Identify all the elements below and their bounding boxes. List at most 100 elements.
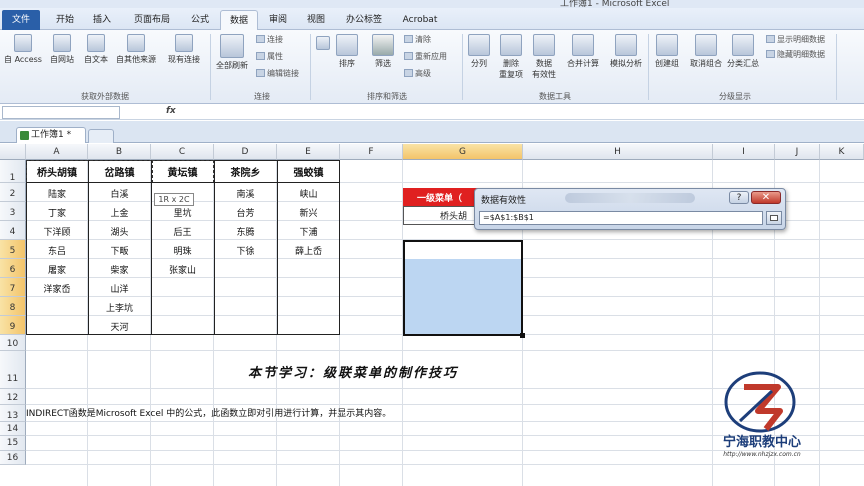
table-header-cell[interactable]: 岔路镇 [88, 164, 151, 179]
new-workbook-tab[interactable] [88, 129, 114, 143]
consolidate-button[interactable]: 合并计算 [562, 34, 604, 69]
table-cell[interactable]: 南溪 [214, 187, 277, 200]
row-header[interactable]: 6 [0, 259, 26, 278]
table-cell[interactable]: 张家山 [151, 263, 214, 276]
column-header[interactable]: D [214, 144, 277, 160]
column-header[interactable]: H [523, 144, 713, 160]
table-cell[interactable]: 屠家 [26, 263, 88, 276]
data-validation-button[interactable]: 数据 有效性 [528, 34, 560, 80]
row-header[interactable]: 15 [0, 436, 26, 451]
what-if-analysis-button[interactable]: 模拟分析 [604, 34, 648, 69]
data-validation-dialog[interactable]: 数据有效性 ? ✕ =$A$1:$B$1 [474, 188, 786, 230]
close-button[interactable]: ✕ [751, 191, 781, 204]
from-other-sources-button[interactable]: 自其他来源 [112, 34, 160, 65]
collapse-dialog-button[interactable] [766, 211, 782, 225]
column-header[interactable]: K [820, 144, 864, 160]
properties-button[interactable]: 属性 [256, 52, 283, 62]
tab-view[interactable]: 视图 [300, 10, 332, 30]
remove-duplicates-button[interactable]: 删除 重复项 [496, 34, 526, 80]
table-cell[interactable]: 天河 [88, 320, 151, 333]
table-cell[interactable]: 洋家岙 [26, 282, 88, 295]
tab-file[interactable]: 文件 [2, 10, 40, 30]
column-header[interactable]: E [277, 144, 340, 160]
insert-function-icon[interactable]: fx [166, 106, 176, 116]
table-cell[interactable]: 下浦 [277, 225, 340, 238]
row-header[interactable]: 1 [0, 160, 26, 183]
table-cell[interactable]: 薛上岙 [277, 244, 340, 257]
from-text-button[interactable]: 自文本 [78, 34, 114, 65]
help-button[interactable]: ? [729, 191, 749, 204]
existing-connections-button[interactable]: 现有连接 [162, 34, 206, 65]
table-cell[interactable]: 上李坑 [88, 301, 151, 314]
column-header[interactable]: C [151, 144, 214, 160]
column-header[interactable]: J [775, 144, 820, 160]
from-web-button[interactable]: 自网站 [44, 34, 80, 65]
sort-az-button[interactable] [314, 36, 332, 52]
row-header[interactable]: 11 [0, 351, 26, 389]
edit-links-button[interactable]: 编辑链接 [256, 69, 299, 79]
table-cell[interactable]: 峡山 [277, 187, 340, 200]
advanced-button[interactable]: 高级 [404, 69, 431, 79]
connections-button[interactable]: 连接 [256, 35, 283, 45]
row-header[interactable]: 5 [0, 240, 26, 259]
row-header[interactable]: 12 [0, 389, 26, 405]
sort-button[interactable]: 排序 [334, 34, 360, 69]
range-reference-input[interactable]: =$A$1:$B$1 [479, 211, 763, 225]
table-header-cell[interactable]: 茶院乡 [214, 164, 277, 179]
row-header[interactable]: 7 [0, 278, 26, 297]
row-header[interactable]: 4 [0, 221, 26, 240]
tab-office-tab[interactable]: 办公标签 [336, 10, 392, 30]
reapply-button[interactable]: 重新应用 [404, 52, 447, 62]
tab-acrobat[interactable]: Acrobat [396, 10, 444, 30]
table-cell[interactable]: 下畈 [88, 244, 151, 257]
workbook-tab[interactable]: 工作簿1 * [16, 127, 86, 143]
column-header[interactable]: G [403, 144, 523, 160]
table-cell[interactable]: 东腾 [214, 225, 277, 238]
table-cell[interactable]: 白溪 [88, 187, 151, 200]
filter-button[interactable]: 筛选 [368, 34, 398, 69]
row-header[interactable]: 13 [0, 405, 26, 422]
row-header[interactable]: 10 [0, 335, 26, 351]
clear-button[interactable]: 清除 [404, 35, 431, 45]
table-header-cell[interactable]: 黄坛镇 [151, 164, 214, 179]
table-cell[interactable]: 湖头 [88, 225, 151, 238]
table-cell[interactable]: 丁家 [26, 206, 88, 219]
column-header[interactable]: A [26, 144, 88, 160]
table-cell[interactable]: 里坑 [151, 206, 214, 219]
tab-review[interactable]: 审阅 [262, 10, 294, 30]
table-header-cell[interactable]: 强蛟镇 [277, 164, 340, 179]
subtotal-button[interactable]: 分类汇总 [724, 34, 762, 69]
tab-data[interactable]: 数据 [220, 10, 258, 30]
ungroup-button[interactable]: 取消组合 [686, 34, 726, 69]
refresh-all-button[interactable]: 全部刷新 [212, 34, 252, 71]
table-cell[interactable]: 新兴 [277, 206, 340, 219]
row-header[interactable]: 8 [0, 297, 26, 316]
table-cell[interactable]: 后王 [151, 225, 214, 238]
row-header[interactable]: 14 [0, 422, 26, 436]
tab-formulas[interactable]: 公式 [184, 10, 216, 30]
active-cell[interactable] [405, 242, 521, 259]
select-all-corner[interactable] [0, 144, 26, 160]
row-header[interactable]: 16 [0, 451, 26, 465]
table-cell[interactable]: 柴家 [88, 263, 151, 276]
tab-page-layout[interactable]: 页面布局 [124, 10, 180, 30]
tab-home[interactable]: 开始 [46, 10, 84, 30]
table-cell[interactable]: 东吕 [26, 244, 88, 257]
table-cell[interactable]: 明珠 [151, 244, 214, 257]
selected-range[interactable] [403, 240, 523, 336]
name-box[interactable] [2, 106, 120, 119]
table-cell[interactable]: 上金 [88, 206, 151, 219]
show-detail-button[interactable]: 显示明细数据 [766, 35, 825, 45]
from-access-button[interactable]: 自 Access [2, 34, 44, 65]
table-cell[interactable]: 台芳 [214, 206, 277, 219]
row-header[interactable]: 3 [0, 202, 26, 221]
tab-insert[interactable]: 插入 [86, 10, 118, 30]
table-cell[interactable]: 下徐 [214, 244, 277, 257]
row-header[interactable]: 9 [0, 316, 26, 335]
row-header[interactable]: 2 [0, 183, 26, 202]
column-header[interactable]: F [340, 144, 403, 160]
table-cell[interactable]: 下洋顾 [26, 225, 88, 238]
column-header[interactable]: B [88, 144, 151, 160]
table-cell[interactable]: 山洋 [88, 282, 151, 295]
group-button[interactable]: 创建组 [650, 34, 684, 69]
